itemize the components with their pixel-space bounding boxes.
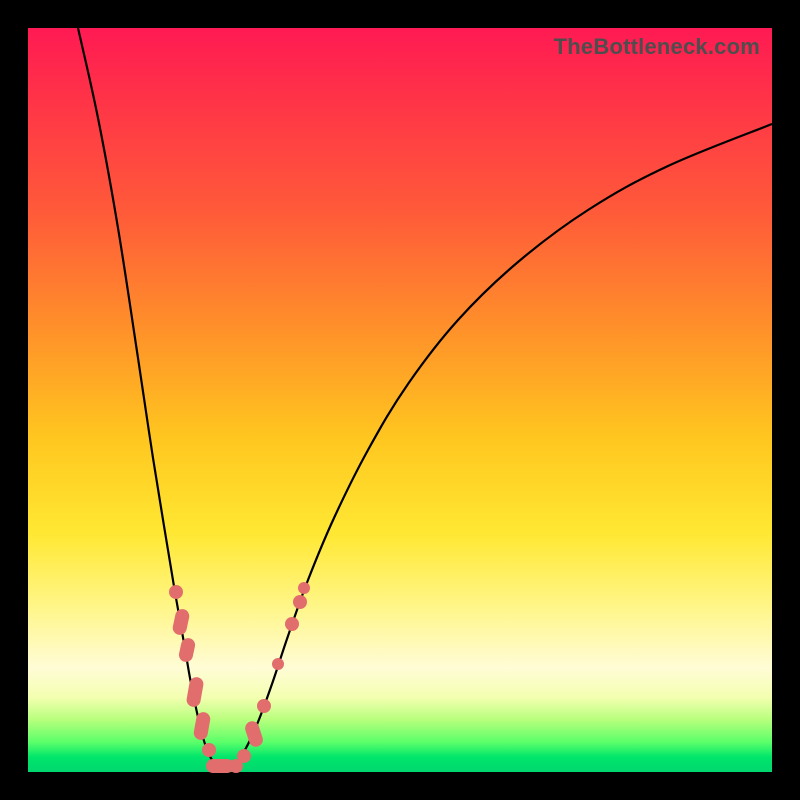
marker-dot <box>285 617 299 631</box>
marker-pill <box>186 676 205 708</box>
marker-dot <box>272 658 284 670</box>
marker-dot <box>257 699 271 713</box>
marker-pill <box>243 719 264 748</box>
marker-dot <box>298 582 310 594</box>
curve-left-branch <box>78 28 224 772</box>
marker-dot <box>293 595 307 609</box>
marker-dot <box>202 743 216 757</box>
marker-dot <box>169 585 183 599</box>
marker-pill <box>193 711 212 741</box>
marker-dot <box>237 749 251 763</box>
curve-layer <box>28 28 772 772</box>
curve-right-branch <box>224 124 772 772</box>
plot-area: TheBottleneck.com <box>28 28 772 772</box>
marker-pill <box>171 608 190 636</box>
marker-pill <box>178 637 197 663</box>
chart-frame: TheBottleneck.com <box>0 0 800 800</box>
